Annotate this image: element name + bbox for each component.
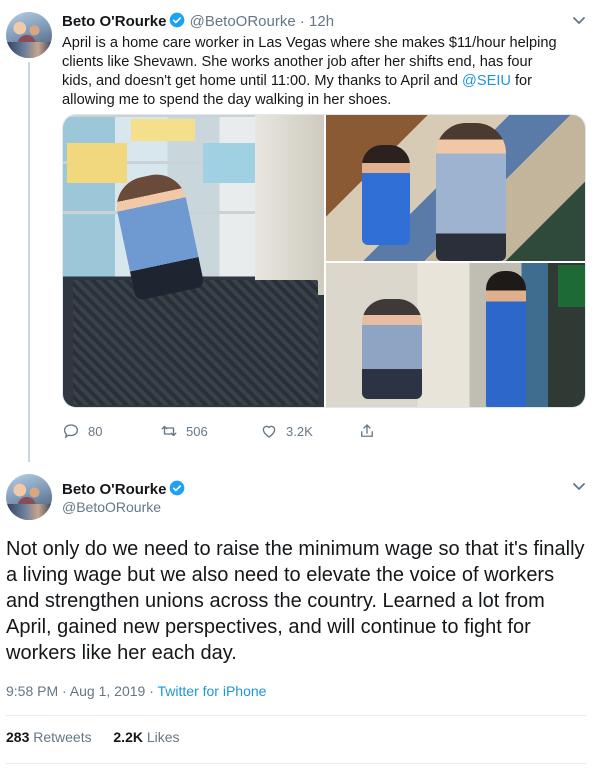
divider [6, 715, 586, 716]
like-icon [262, 425, 276, 438]
tweet-1[interactable]: Beto O'Rourke @BetoORourke · 12h April i… [0, 0, 595, 462]
tweet-header: Beto O'Rourke [62, 480, 185, 498]
tweet-text: April is a home care worker in Las Vegas… [62, 34, 562, 110]
media-grid [62, 114, 586, 408]
photo-living-room[interactable] [326, 263, 585, 407]
avatar[interactable] [6, 12, 52, 58]
tweet-timestamp: 9:58 PM · Aug 1, 2019 · Twitter for iPho… [6, 683, 266, 699]
divider [6, 763, 586, 764]
timestamp-text[interactable]: 9:58 PM · Aug 1, 2019 · [6, 683, 158, 699]
author-name[interactable]: Beto O'Rourke [62, 13, 166, 30]
tweet-2[interactable]: Beto O'Rourke @BetoORourke Not only do w… [0, 462, 595, 772]
tweet-time[interactable]: 12h [309, 13, 334, 30]
verified-badge-icon [170, 480, 185, 496]
verified-badge-icon [170, 12, 185, 28]
tweet-header: Beto O'Rourke @BetoORourke · 12h [62, 12, 334, 30]
source-link[interactable]: Twitter for iPhone [158, 683, 267, 699]
avatar[interactable] [6, 474, 52, 520]
likes-stat[interactable]: 2.2K Likes [113, 729, 179, 745]
share-button[interactable] [358, 422, 376, 440]
tweet-stats: 283 Retweets 2.2K Likes [6, 729, 180, 745]
photo-vacuuming[interactable] [63, 115, 324, 407]
author-name[interactable]: Beto O'Rourke [62, 481, 166, 498]
retweet-button[interactable]: 506 [160, 422, 208, 440]
like-count: 3.2K [286, 423, 313, 439]
retweets-stat[interactable]: 283 Retweets [6, 729, 92, 745]
chevron-down-icon[interactable] [572, 482, 586, 492]
author-handle[interactable]: @BetoORourke [190, 13, 296, 30]
retweet-count: 506 [186, 423, 208, 439]
retweet-icon [161, 425, 177, 437]
reply-button[interactable]: 80 [62, 422, 102, 440]
chevron-down-icon[interactable] [572, 16, 586, 26]
author-handle[interactable]: @BetoORourke [62, 499, 161, 515]
reply-count: 80 [88, 423, 103, 439]
reply-icon [63, 424, 79, 439]
share-icon [361, 424, 373, 437]
tweet-text: Not only do we need to raise the minimum… [6, 538, 585, 664]
mention-link[interactable]: @SEIU [462, 73, 511, 89]
photo-kitchen[interactable] [326, 115, 585, 261]
like-button[interactable]: 3.2K [260, 422, 313, 440]
separator-dot: · [299, 13, 305, 30]
